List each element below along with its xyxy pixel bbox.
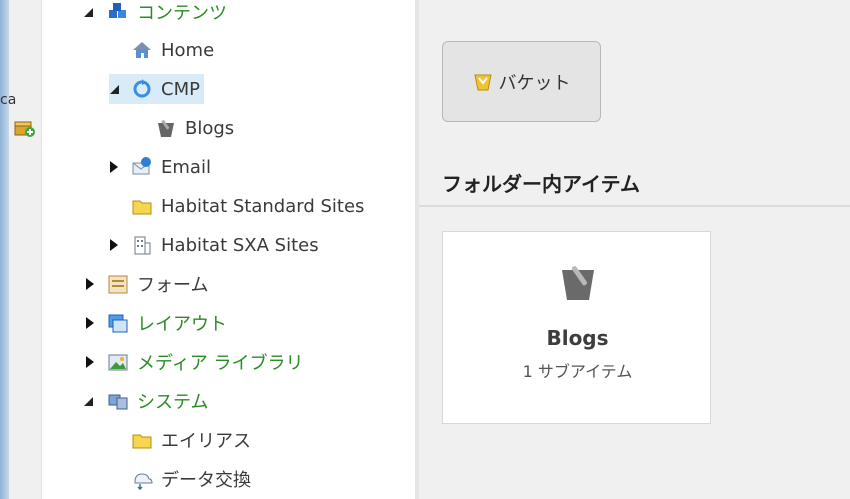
home-icon: [131, 39, 153, 61]
tree-item-label: Email: [161, 156, 211, 178]
media-library-icon: [107, 351, 129, 373]
tree-item-label: Habitat Standard Sites: [161, 195, 365, 217]
expand-arrow-icon[interactable]: [107, 238, 121, 252]
tree-item-label: メディア ライブラリ: [137, 353, 304, 374]
folder-icon: [131, 195, 153, 217]
tree-item-label: Blogs: [185, 117, 235, 139]
tree-item-blogs[interactable]: Blogs: [155, 113, 234, 143]
tree-item-home[interactable]: Home: [131, 35, 214, 65]
card-subtitle: 1 サブアイテム: [522, 362, 633, 381]
bucket-icon: [558, 262, 598, 302]
tree-item-label: データ交換: [161, 470, 251, 491]
expand-arrow-icon[interactable]: [107, 160, 121, 174]
tree-item-data-exchange[interactable]: データ交換: [131, 464, 251, 494]
tree-item-label: Home: [161, 39, 215, 61]
data-exchange-icon: [131, 468, 153, 490]
tree-item-label: CMP: [161, 78, 200, 100]
bucket-icon: [155, 117, 177, 139]
tree-item-label: レイアウト: [137, 314, 227, 335]
add-item-icon[interactable]: [14, 118, 36, 138]
collapse-arrow-icon[interactable]: [83, 5, 97, 19]
content-tree: コンテンツ Home CMP Blogs Email Habitat Stand: [43, 0, 415, 499]
bucket-button[interactable]: バケット: [442, 41, 601, 122]
bucket-badge-icon: [473, 72, 493, 92]
tree-item-forms[interactable]: フォーム: [83, 269, 208, 299]
form-icon: [107, 273, 129, 295]
collapse-arrow-icon[interactable]: [83, 394, 97, 408]
email-icon: [131, 156, 153, 178]
gutter-text: ca: [0, 92, 17, 108]
content-area: バケット フォルダー内アイテム Blogs 1 サブアイテム: [419, 0, 850, 499]
cmp-sync-icon: [131, 78, 153, 100]
content-icon: [107, 1, 129, 23]
tree-item-email[interactable]: Email: [107, 152, 211, 182]
building-icon: [131, 234, 153, 256]
tree-item-label: Habitat SXA Sites: [161, 234, 319, 256]
tree-item-aliases[interactable]: エイリアス: [131, 425, 251, 455]
expand-arrow-icon[interactable]: [83, 316, 97, 330]
section-divider: [419, 205, 850, 207]
window-edge: [0, 0, 9, 499]
card-title: Blogs: [546, 326, 609, 350]
tree-item-habitat-standard-sites[interactable]: Habitat Standard Sites: [131, 191, 364, 221]
tree-item-cmp[interactable]: CMP: [109, 74, 204, 104]
tree-item-label: システム: [137, 392, 209, 413]
tree-item-layout[interactable]: レイアウト: [83, 308, 227, 338]
tree-item-label: エイリアス: [161, 431, 251, 452]
system-icon: [107, 390, 129, 412]
tree-item-label: フォーム: [137, 275, 209, 296]
item-card-blogs[interactable]: Blogs 1 サブアイテム: [442, 231, 711, 424]
collapse-arrow-icon[interactable]: [109, 82, 123, 96]
section-title: フォルダー内アイテム: [442, 172, 640, 196]
bucket-button-label: バケット: [498, 72, 571, 94]
tree-item-label: コンテンツ: [137, 3, 227, 24]
tree-item-system[interactable]: システム: [83, 386, 208, 416]
tree-item-content[interactable]: コンテンツ: [83, 0, 227, 27]
layout-icon: [107, 312, 129, 334]
expand-arrow-icon[interactable]: [83, 355, 97, 369]
folder-icon: [131, 429, 153, 451]
expand-arrow-icon[interactable]: [83, 277, 97, 291]
left-gutter: ca: [0, 0, 42, 499]
tree-item-habitat-sxa-sites[interactable]: Habitat SXA Sites: [107, 230, 319, 260]
tree-item-media-library[interactable]: メディア ライブラリ: [83, 347, 303, 377]
